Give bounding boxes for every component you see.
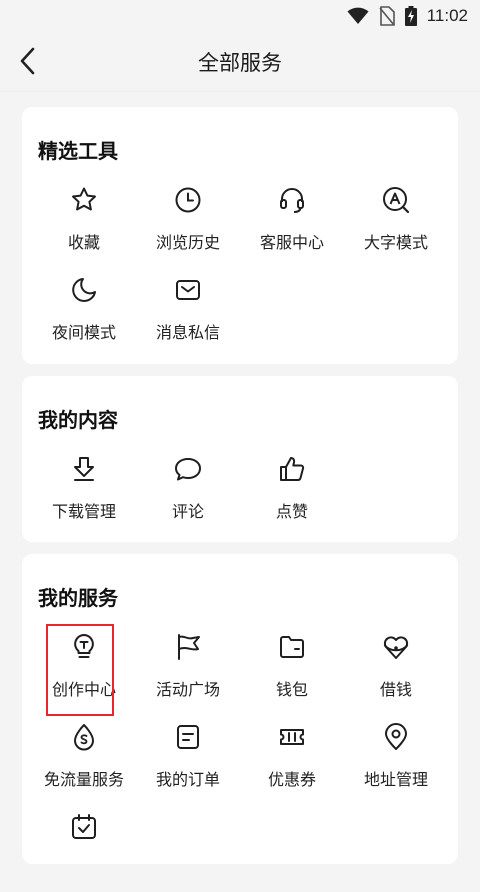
item-label: 收藏	[67, 233, 100, 252]
item-favorites[interactable]: 收藏	[32, 185, 136, 265]
item-download-manager[interactable]: 下载管理	[32, 454, 136, 534]
item-messages[interactable]: 消息私信	[136, 275, 240, 355]
item-large-font-mode[interactable]: 大字模式	[344, 185, 448, 265]
battery-charging-icon	[404, 6, 417, 26]
item-label: 借钱	[379, 680, 412, 699]
download-icon	[69, 454, 99, 484]
item-label: 点赞	[275, 502, 308, 521]
item-label: 大字模式	[363, 233, 428, 252]
item-customer-service[interactable]: 客服中心	[240, 185, 344, 265]
wallet-icon	[277, 632, 307, 662]
coupon-icon	[277, 722, 307, 752]
star-icon	[69, 185, 99, 215]
order-list-icon	[173, 722, 203, 752]
item-label: 浏览历史	[155, 233, 220, 252]
item-likes[interactable]: 点赞	[240, 454, 344, 534]
item-borrow-money[interactable]: 借钱	[344, 632, 448, 712]
item-label: 活动广场	[155, 680, 220, 699]
section-my-content: 我的内容 下载管理 评论 点赞	[22, 376, 458, 542]
moon-icon	[69, 275, 99, 305]
lightbulb-icon	[69, 632, 99, 662]
section-title: 我的内容	[38, 408, 118, 432]
comment-bubble-icon	[173, 454, 203, 484]
status-bar: 11:02	[0, 0, 480, 32]
item-free-data-service[interactable]: 免流量服务	[32, 722, 136, 802]
calendar-check-icon	[69, 812, 99, 842]
section-title: 我的服务	[38, 586, 118, 610]
item-calendar[interactable]	[32, 812, 136, 892]
item-label: 地址管理	[363, 770, 428, 789]
flag-icon	[173, 632, 203, 662]
item-label: 消息私信	[155, 323, 220, 342]
item-label: 评论	[171, 502, 204, 521]
item-night-mode[interactable]: 夜间模式	[32, 275, 136, 355]
loan-icon	[381, 632, 411, 662]
item-label: 优惠券	[267, 770, 316, 789]
thumbs-up-icon	[277, 454, 307, 484]
item-browsing-history[interactable]: 浏览历史	[136, 185, 240, 265]
item-label: 下载管理	[51, 502, 116, 521]
item-my-orders[interactable]: 我的订单	[136, 722, 240, 802]
item-coupons[interactable]: 优惠券	[240, 722, 344, 802]
page-title: 全部服务	[198, 51, 282, 75]
item-label: 客服中心	[259, 233, 324, 252]
location-pin-icon	[381, 722, 411, 752]
headset-icon	[277, 185, 307, 215]
item-label: 免流量服务	[43, 770, 124, 789]
data-drop-icon	[69, 722, 99, 752]
nav-bar: 全部服务	[0, 32, 480, 92]
wifi-icon	[347, 7, 369, 24]
item-label: 钱包	[275, 680, 308, 699]
item-creator-center[interactable]: 创作中心	[32, 632, 136, 712]
large-font-icon	[381, 185, 411, 215]
envelope-icon	[173, 275, 203, 305]
section-title: 精选工具	[38, 139, 118, 163]
status-time: 11:02	[426, 6, 468, 25]
item-activity-square[interactable]: 活动广场	[136, 632, 240, 712]
item-comments[interactable]: 评论	[136, 454, 240, 534]
item-label: 我的订单	[155, 770, 220, 789]
section-featured-tools: 精选工具 收藏 浏览历史 客服中心 大字模式 夜间模式 消息私信	[22, 107, 458, 364]
clock-icon	[173, 185, 203, 215]
item-wallet[interactable]: 钱包	[240, 632, 344, 712]
item-label: 夜间模式	[51, 323, 116, 342]
section-my-services: 我的服务 创作中心 活动广场 钱包 借钱 免流量服务 我的订单 优惠券 地址管理	[22, 554, 458, 864]
no-sim-icon	[379, 6, 395, 26]
item-label: 创作中心	[51, 680, 116, 699]
item-address-management[interactable]: 地址管理	[344, 722, 448, 802]
